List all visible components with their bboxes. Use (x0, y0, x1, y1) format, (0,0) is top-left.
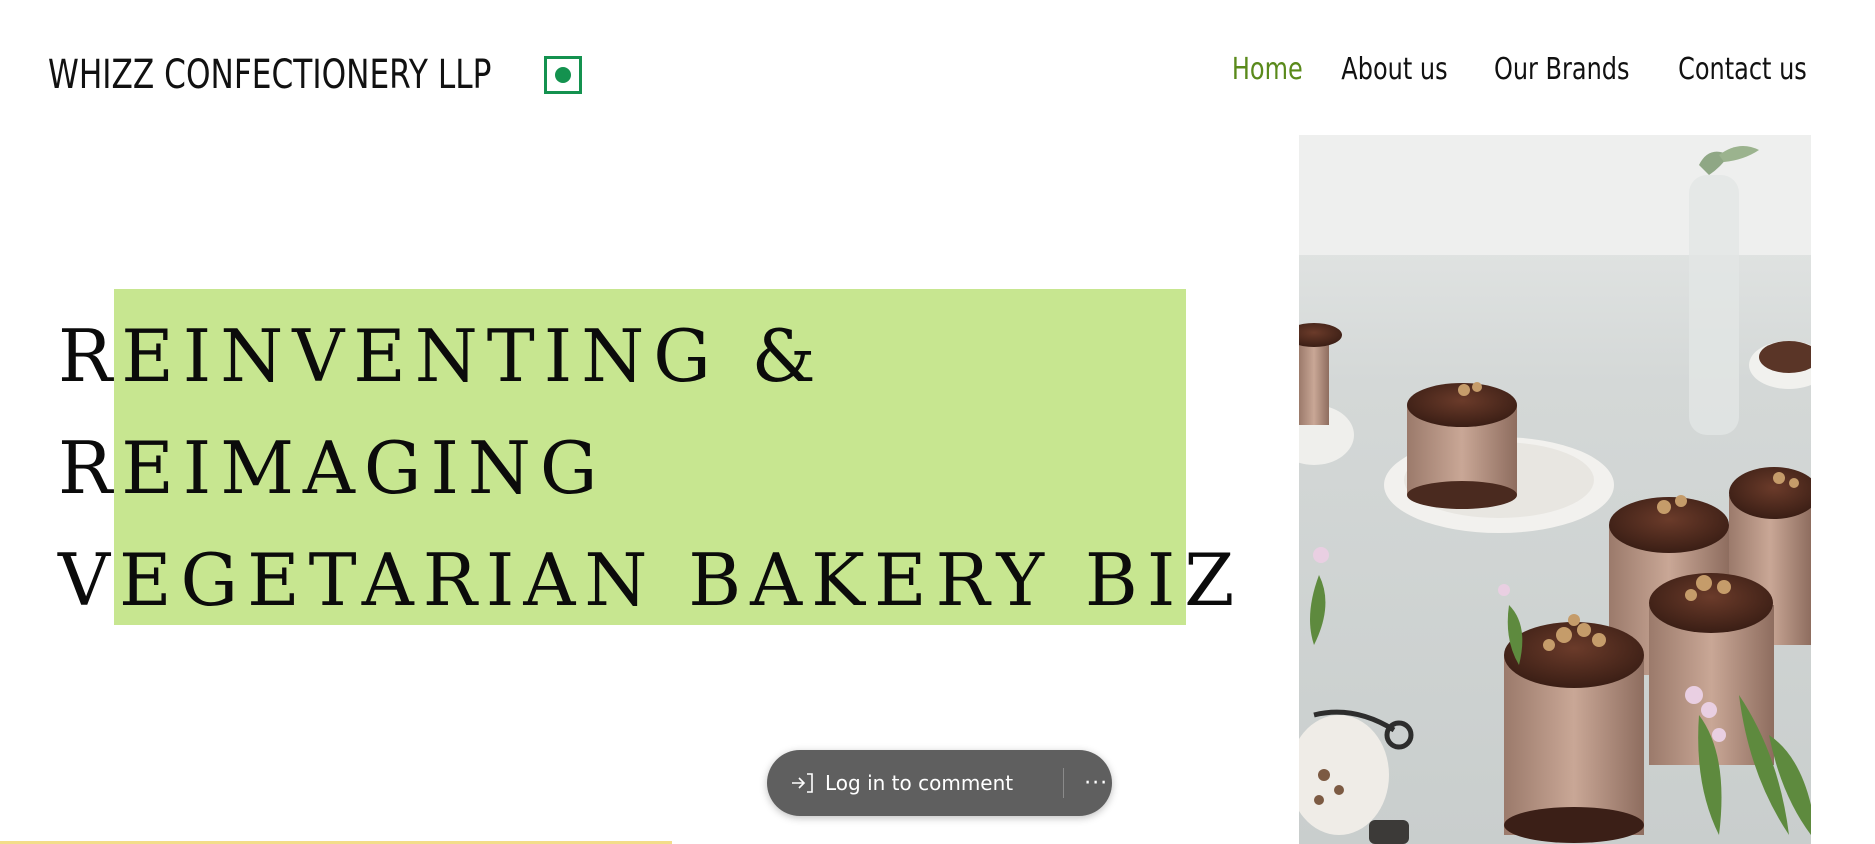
veg-mark-dot (555, 67, 572, 83)
veg-mark-icon (544, 56, 583, 94)
headline-line-3: VEGETARIAN BAKERY BIZ (58, 538, 1244, 622)
login-to-comment-label: Log in to comment (825, 771, 1014, 795)
comment-bar: Log in to comment ··· (767, 750, 1112, 816)
hero-photo-illustration (1299, 135, 1811, 844)
nav-home[interactable]: Home (1232, 52, 1303, 87)
login-to-comment-button[interactable]: Log in to comment (767, 750, 1013, 816)
nav-our-brands[interactable]: Our Brands (1494, 52, 1630, 87)
brand[interactable]: WHIZZ CONFECTIONERY LLP (48, 52, 583, 98)
hero-headline: REINVENTING & REIMAGING VEGETARIAN BAKER… (58, 300, 1243, 636)
more-dots-icon[interactable]: ··· (1084, 771, 1108, 796)
comment-bar-divider (1063, 768, 1065, 798)
headline-line-1: REINVENTING & (58, 314, 825, 398)
nav-contact-us[interactable]: Contact us (1678, 52, 1807, 87)
headline-line-2: REIMAGING (58, 426, 607, 510)
hero-photo (1299, 135, 1811, 844)
login-arrow-icon (792, 773, 813, 793)
main-nav: Home About us Our Brands Contact us (1215, 52, 1831, 87)
nav-about-us[interactable]: About us (1341, 52, 1447, 87)
brand-name: WHIZZ CONFECTIONERY LLP (48, 52, 492, 98)
